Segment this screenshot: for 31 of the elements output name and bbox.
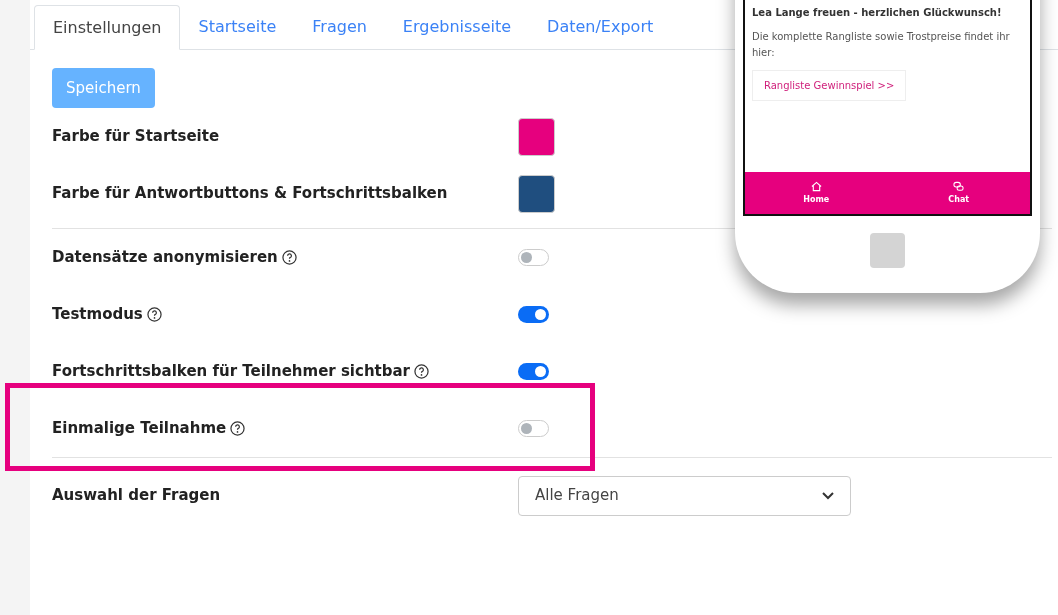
help-icon[interactable] [414,364,429,379]
setting-label: Farbe für Startseite [52,126,221,148]
nav-item[interactable]: Home [745,172,888,214]
tab[interactable]: Startseite [180,4,295,49]
toggle-switch[interactable] [518,363,549,380]
note-text: Die komplette Rangliste sowie Trostpreise findet ihr hier: [752,30,1011,60]
tab[interactable]: Ergebnisseite [384,4,530,49]
setting-label: Farbe für Antwortbuttons & Fortschrittsbalken [52,183,449,205]
setting-label: Einmalige Teilnahme [52,418,227,440]
toggle-switch[interactable] [518,306,549,323]
chat-bubbles-icon [953,180,965,192]
tab[interactable]: Einstellungen [34,5,181,50]
home-icon [810,180,822,192]
tab[interactable]: Daten/Export [529,4,672,49]
chevron-down-icon [822,491,834,500]
question-dropdown[interactable]: Alle Fragen [518,475,851,516]
nav-item[interactable]: Chat [887,172,1030,214]
setting-label: Datensätze anonymisieren [52,247,278,269]
setting-label: Fortschrittsbalken für Teilnehmer sichtbar [52,361,410,383]
help-icon[interactable] [281,250,297,265]
setting-label: Testmodus [52,304,143,326]
color-swatch[interactable] [518,174,555,213]
tab[interactable]: Fragen [294,4,385,49]
setting-label: Auswahl der Fragen [52,485,222,507]
message-text: Lea Lange freuen - herzlichen Glückwunsch! [752,6,1003,20]
toggle-switch[interactable] [518,249,549,266]
ranking-link-button[interactable]: Rangliste Gewinnspiel >> [752,70,907,101]
color-swatch[interactable] [518,117,555,156]
help-icon[interactable] [230,421,246,436]
toggle-switch[interactable] [518,420,549,437]
help-icon[interactable] [146,307,162,322]
